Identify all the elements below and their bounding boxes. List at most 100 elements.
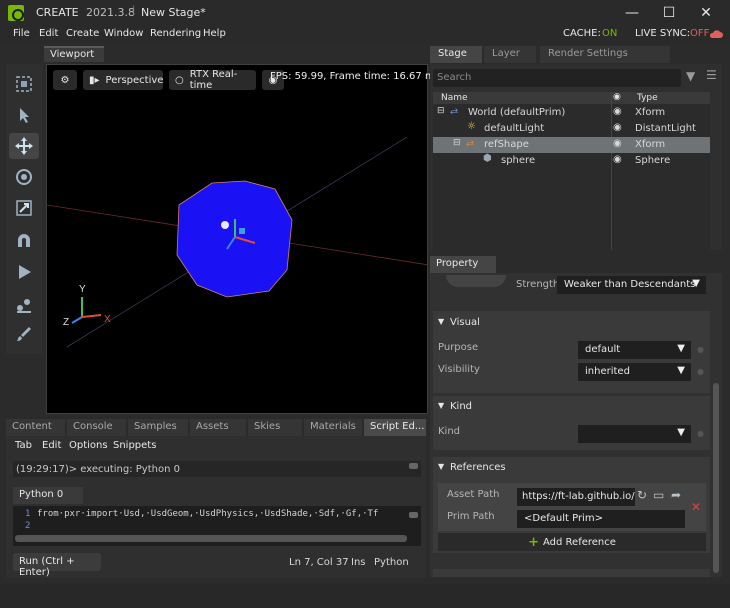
viewport-canvas[interactable]: Y X Z: [46, 64, 428, 414]
code-editor[interactable]: 1 from·pxr·import·Usd,·UsdGeom,·UsdPhysi…: [13, 506, 421, 546]
select-region-icon[interactable]: [9, 71, 39, 97]
code-h-scrollbar[interactable]: [15, 535, 407, 542]
scene-render: Y X Z: [47, 136, 427, 348]
property-panel: Strength Weaker than Descendants ▼ ▼ Visu…: [430, 273, 722, 577]
maximize-icon[interactable]: ☐: [661, 5, 677, 21]
scale-icon[interactable]: [9, 195, 39, 221]
live-sync-state[interactable]: OFF: [690, 28, 709, 39]
strength-dropdown[interactable]: Weaker than Descendants ▼: [557, 276, 706, 294]
status-bar: [0, 584, 730, 608]
default-dot-icon: ●: [697, 345, 704, 354]
visibility-value: inherited: [585, 366, 630, 377]
kind-section-title[interactable]: Kind: [450, 401, 472, 412]
tab-python-0[interactable]: Python 0: [13, 487, 83, 504]
asset-path-input[interactable]: https://ft-lab.github.io/u:: [517, 488, 635, 506]
tree-row-world[interactable]: ⊟ ⥄ World (defaultPrim) ◉ Xform: [433, 105, 710, 121]
menu-help[interactable]: Help: [203, 28, 226, 39]
tab-content[interactable]: Content: [6, 419, 65, 436]
gizmo-plane-handle[interactable]: [239, 228, 245, 234]
tree-row-sphere[interactable]: ⬢ sphere ◉ Sphere: [433, 153, 710, 169]
collapse-icon[interactable]: ⊟: [437, 106, 445, 116]
play-icon[interactable]: [9, 259, 39, 285]
paint-brush-icon[interactable]: [9, 321, 39, 347]
tab-layer[interactable]: Layer: [484, 46, 536, 63]
chevron-down-icon: ▼: [677, 343, 685, 354]
next-section-header: [433, 569, 710, 577]
tab-script-editor[interactable]: Script Ed...: [364, 419, 426, 436]
tab-assets[interactable]: Assets: [190, 419, 246, 436]
column-name[interactable]: Name: [441, 93, 468, 103]
eye-icon[interactable]: ◉: [613, 154, 622, 165]
close-icon[interactable]: ✕: [698, 5, 714, 21]
menu-create[interactable]: Create: [66, 28, 99, 39]
kind-dropdown[interactable]: ▼: [578, 425, 691, 443]
cache-label: CACHE:: [563, 28, 601, 39]
folder-icon[interactable]: ▭: [653, 488, 664, 502]
code-v-scrollbar[interactable]: [409, 512, 418, 518]
purpose-dropdown[interactable]: default ▼: [578, 341, 691, 359]
light-highlight: [221, 221, 229, 229]
menu-file[interactable]: File: [13, 28, 30, 39]
gear-icon: ⚙: [60, 74, 70, 86]
viewport-tab[interactable]: Viewport: [44, 46, 104, 62]
menu-edit[interactable]: Edit: [39, 28, 58, 39]
menu-options[interactable]: Options: [69, 440, 108, 451]
tree-row-refshape[interactable]: ⊟ ⥄ refShape ◉ Xform: [433, 137, 710, 153]
open-external-icon[interactable]: ➦: [671, 488, 681, 502]
cache-state[interactable]: ON: [602, 28, 617, 39]
collapse-icon[interactable]: ⊟: [453, 138, 461, 148]
property-scrollbar[interactable]: [713, 383, 719, 573]
line-number: 1: [25, 509, 31, 519]
stage-search-input[interactable]: Search: [433, 69, 681, 87]
menu-lines-icon[interactable]: ☰: [706, 68, 717, 82]
viewport-settings-button[interactable]: ⚙: [53, 70, 77, 90]
tab-property[interactable]: Property: [430, 256, 496, 273]
tab-console[interactable]: Console: [67, 419, 126, 436]
move-icon[interactable]: [9, 133, 39, 159]
tree-row-defaultlight[interactable]: ☼ defaultLight ◉ DistantLight: [433, 121, 710, 137]
select-arrow-icon[interactable]: [9, 102, 39, 128]
collapse-arrow-icon[interactable]: ▼: [438, 401, 444, 410]
tab-materials[interactable]: Materials: [304, 419, 362, 436]
menu-edit-script[interactable]: Edit: [42, 440, 61, 451]
refresh-icon[interactable]: ↻: [637, 488, 647, 502]
run-button[interactable]: Run (Ctrl + Enter): [13, 553, 101, 578]
filter-icon[interactable]: ▼: [686, 69, 695, 83]
default-dot-icon: ●: [697, 429, 704, 438]
minimize-icon[interactable]: —: [624, 5, 640, 21]
log-scrollbar[interactable]: [409, 463, 418, 469]
title-bar: CREATE 2021.3.8 | New Stage* — ☐ ✕: [0, 0, 730, 26]
menu-window[interactable]: Window: [104, 28, 143, 39]
physics-icon[interactable]: [9, 292, 39, 318]
eye-icon[interactable]: ◉: [613, 122, 622, 133]
column-visibility-icon: ◉: [613, 92, 621, 102]
menu-rendering[interactable]: Rendering: [150, 28, 201, 39]
eye-icon[interactable]: ◉: [613, 106, 622, 117]
visual-section-title[interactable]: Visual: [450, 317, 480, 328]
menu-tab[interactable]: Tab: [15, 440, 32, 451]
eye-icon[interactable]: ◉: [613, 138, 622, 149]
visibility-dropdown[interactable]: inherited ▼: [578, 363, 691, 381]
remove-reference-icon[interactable]: ✕: [691, 500, 701, 514]
tab-skies[interactable]: Skies: [248, 419, 302, 436]
xform-icon: ⥄: [450, 105, 458, 116]
rotate-icon[interactable]: [9, 164, 39, 190]
camera-button[interactable]: ▮▸ Perspective: [83, 70, 163, 90]
column-type[interactable]: Type: [637, 93, 658, 103]
references-section-title[interactable]: References: [450, 462, 506, 473]
tree-row-type: DistantLight: [635, 123, 696, 134]
menu-snippets[interactable]: Snippets: [113, 440, 156, 451]
tab-samples[interactable]: Samples: [128, 419, 188, 436]
strength-label: Strength: [516, 279, 560, 290]
renderer-button[interactable]: ○ RTX Real-time: [169, 69, 256, 91]
collapse-arrow-icon[interactable]: ▼: [438, 317, 444, 326]
tab-render-settings[interactable]: Render Settings: [540, 46, 670, 63]
tab-stage[interactable]: Stage: [430, 46, 482, 63]
tree-row-type: Xform: [635, 107, 666, 118]
add-reference-button[interactable]: + Add Reference: [438, 533, 706, 551]
kind-label: Kind: [438, 426, 461, 437]
language-label: Python: [374, 557, 409, 568]
collapse-arrow-icon[interactable]: ▼: [438, 462, 444, 471]
prim-path-input[interactable]: <Default Prim>: [517, 510, 685, 528]
snap-magnet-icon[interactable]: [9, 228, 39, 254]
